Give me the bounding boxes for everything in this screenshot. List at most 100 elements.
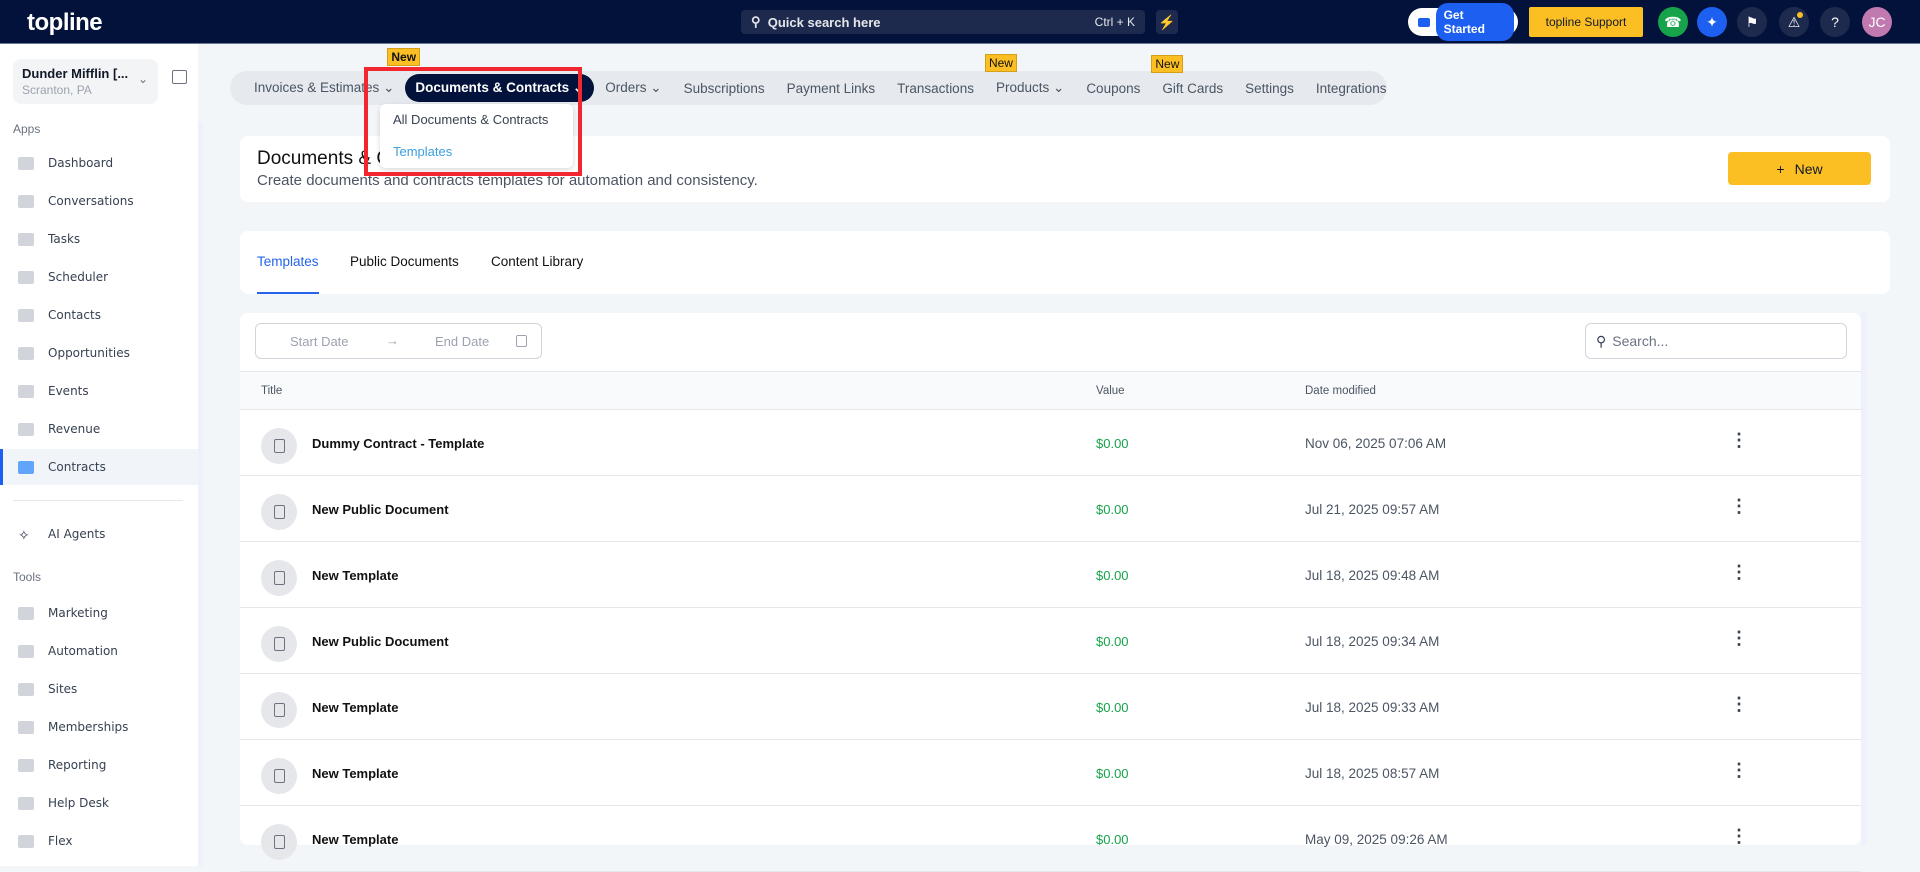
nav-settings[interactable]: Settings <box>1234 81 1305 96</box>
conversations-icon <box>18 194 34 208</box>
table-row[interactable]: New Template $0.00 Jul 18, 2025 08:57 AM ⋮ <box>240 740 1861 806</box>
start-date-input[interactable]: Start Date <box>290 334 349 349</box>
document-icon <box>261 560 297 596</box>
document-icon <box>261 692 297 728</box>
sidebar-item-help-desk[interactable]: Help Desk <box>0 785 198 821</box>
nav-integrations[interactable]: Integrations <box>1305 81 1398 96</box>
column-date-modified[interactable]: Date modified <box>1305 385 1376 397</box>
contacts-icon <box>18 308 34 322</box>
sidebar-item-marketing[interactable]: Marketing <box>0 595 198 631</box>
sidebar-item-label: Tasks <box>48 232 81 246</box>
sidebar-item-label: Contacts <box>48 308 101 322</box>
sidebar-item-memberships[interactable]: Memberships <box>0 709 198 745</box>
row-value: $0.00 <box>1096 634 1129 649</box>
sidebar-item-contracts[interactable]: Contracts <box>0 449 198 485</box>
tab-public-documents[interactable]: Public Documents <box>350 254 459 269</box>
row-title[interactable]: Dummy Contract - Template <box>312 436 484 451</box>
table-scrollbar[interactable] <box>1861 313 1867 845</box>
quick-search[interactable]: ⚲ Quick search here Ctrl + K <box>741 10 1145 34</box>
more-options-icon[interactable]: ⋮ <box>1730 430 1748 451</box>
row-value: $0.00 <box>1096 502 1129 517</box>
table-row[interactable]: New Template $0.00 Jul 18, 2025 09:33 AM ⋮ <box>240 674 1861 740</box>
column-value[interactable]: Value <box>1096 385 1125 397</box>
sidebar-item-events[interactable]: Events <box>0 373 198 409</box>
get-started-button[interactable]: Get Started <box>1408 3 1518 41</box>
row-title[interactable]: New Public Document <box>312 634 449 649</box>
sidebar-item-revenue[interactable]: Revenue <box>0 411 198 447</box>
support-button[interactable]: topline Support <box>1529 7 1643 37</box>
row-title[interactable]: New Public Document <box>312 502 449 517</box>
sidebar-item-label: Contracts <box>48 460 106 474</box>
nav-coupons[interactable]: Coupons <box>1075 81 1151 96</box>
row-date: Jul 18, 2025 09:34 AM <box>1305 634 1440 649</box>
row-title[interactable]: New Template <box>312 568 398 583</box>
document-icon <box>261 626 297 662</box>
nav-subscriptions[interactable]: Subscriptions <box>673 81 776 96</box>
sidebar-item-flex[interactable]: Flex <box>0 823 198 859</box>
tasks-icon <box>18 232 34 246</box>
new-button[interactable]: + New <box>1728 152 1871 185</box>
sidebar-item-conversations[interactable]: Conversations <box>0 183 198 219</box>
bell-icon[interactable]: ⚠ <box>1779 7 1809 37</box>
account-name: Dunder Mifflin [... <box>22 66 129 81</box>
highlight-box <box>364 67 582 176</box>
end-date-input[interactable]: End Date <box>435 334 489 349</box>
table-row[interactable]: New Public Document $0.00 Jul 18, 2025 09:… <box>240 608 1861 674</box>
more-options-icon[interactable]: ⋮ <box>1730 760 1748 781</box>
tab-content-library[interactable]: Content Library <box>491 254 583 269</box>
tab-templates[interactable]: Templates <box>257 254 319 269</box>
phone-icon[interactable]: ☎ <box>1658 7 1688 37</box>
more-options-icon[interactable]: ⋮ <box>1730 826 1748 847</box>
nav-products[interactable]: Products ⌄ New <box>984 54 1075 96</box>
row-title[interactable]: New Template <box>312 832 398 847</box>
sidebar-item-reporting[interactable]: Reporting <box>0 747 198 783</box>
sparkle-icon[interactable]: ✦ <box>1697 7 1727 37</box>
nav-gift-cards[interactable]: Gift Cards New <box>1151 54 1234 96</box>
table-row[interactable]: New Public Document $0.00 Jul 21, 2025 09:… <box>240 476 1861 542</box>
row-title[interactable]: New Template <box>312 700 398 715</box>
column-title[interactable]: Title <box>261 385 282 397</box>
row-date: Jul 18, 2025 08:57 AM <box>1305 766 1440 781</box>
sidebar-item-tasks[interactable]: Tasks <box>0 221 198 257</box>
sidebar-item-sites[interactable]: Sites <box>0 671 198 707</box>
sidebar-item-automation[interactable]: Automation <box>0 633 198 669</box>
sidebar-scrollbar[interactable] <box>198 122 203 866</box>
date-range-picker[interactable]: Start Date → End Date <box>255 323 542 359</box>
divider <box>13 500 183 501</box>
nav-payment-links[interactable]: Payment Links <box>776 81 887 96</box>
table-row[interactable]: New Template $0.00 Jul 18, 2025 09:48 AM ⋮ <box>240 542 1861 608</box>
revenue-icon <box>18 422 34 436</box>
account-switcher[interactable]: Dunder Mifflin [... Scranton, PA ⌄ <box>13 59 158 104</box>
sidebar-item-opportunities[interactable]: Opportunities <box>0 335 198 371</box>
sidebar-item-label: Sites <box>48 682 78 696</box>
lightning-icon[interactable]: ⚡ <box>1156 10 1178 34</box>
table-row[interactable]: Dummy Contract - Template $0.00 Nov 06, 20… <box>240 410 1861 476</box>
sidebar-item-contacts[interactable]: Contacts <box>0 297 198 333</box>
megaphone-icon[interactable]: ⚑ <box>1737 7 1767 37</box>
search-input[interactable]: ⚲ Search... <box>1585 323 1847 359</box>
row-date: Jul 21, 2025 09:57 AM <box>1305 502 1440 517</box>
chevron-down-icon: ⌄ <box>137 72 148 86</box>
sidebar-item-dashboard[interactable]: Dashboard <box>0 145 198 181</box>
avatar[interactable]: JC <box>1862 7 1892 37</box>
reporting-icon <box>18 758 34 772</box>
row-date: Jul 18, 2025 09:33 AM <box>1305 700 1440 715</box>
more-options-icon[interactable]: ⋮ <box>1730 496 1748 517</box>
nav-transactions[interactable]: Transactions <box>886 81 985 96</box>
sidebar-toggle-icon[interactable] <box>172 70 187 84</box>
more-options-icon[interactable]: ⋮ <box>1730 628 1748 649</box>
tabs-card <box>240 231 1890 294</box>
sidebar-item-ai-agents[interactable]: ✧ AI Agents <box>0 516 198 552</box>
new-badge: New <box>984 54 1017 72</box>
sidebar-item-scheduler[interactable]: Scheduler <box>0 259 198 295</box>
row-title[interactable]: New Template <box>312 766 398 781</box>
nav-label: Coupons <box>1086 80 1141 96</box>
table-row[interactable]: New Template $0.00 May 09, 2025 09:26 AM ⋮ <box>240 806 1861 872</box>
nav-label: Orders <box>605 80 647 95</box>
marketing-icon <box>18 606 34 620</box>
more-options-icon[interactable]: ⋮ <box>1730 562 1748 583</box>
nav-orders[interactable]: Orders ⌄ <box>594 80 672 96</box>
more-options-icon[interactable]: ⋮ <box>1730 694 1748 715</box>
row-value: $0.00 <box>1096 568 1129 583</box>
help-icon[interactable]: ? <box>1820 7 1850 37</box>
